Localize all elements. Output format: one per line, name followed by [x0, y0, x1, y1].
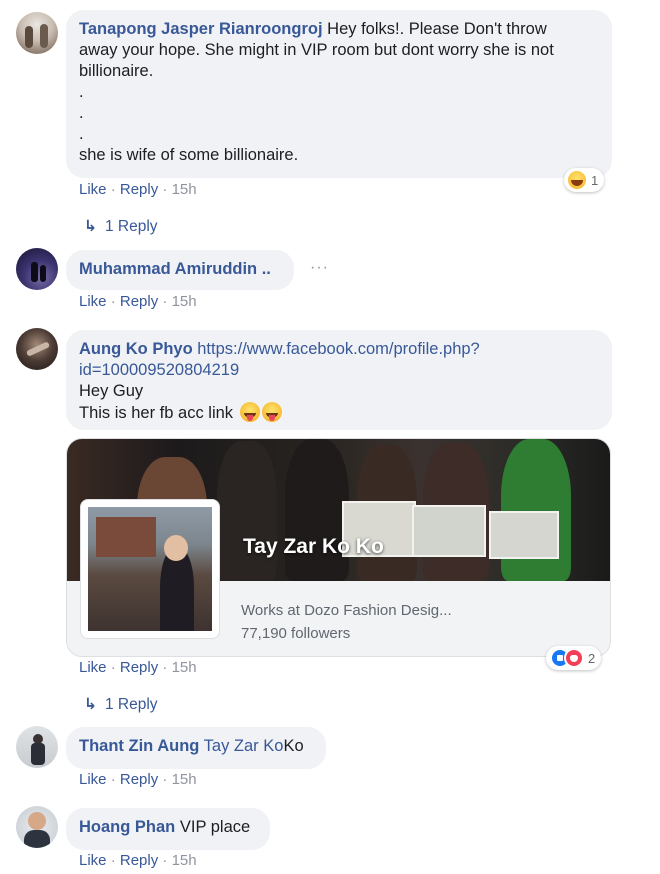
comment-author[interactable]: Tanapong Jasper Rianroongroj [79, 20, 323, 38]
timestamp[interactable]: 15h [172, 293, 197, 310]
separator: · [110, 659, 116, 676]
profile-link[interactable]: https://www.facebook.com/profile.php? [197, 340, 479, 358]
separator: · [110, 181, 116, 198]
timestamp[interactable]: 15h [172, 771, 197, 788]
link-preview-card[interactable]: Tay Zar Ko Ko Works at Dozo Fashion Desi… [66, 438, 611, 657]
separator: · [162, 293, 168, 310]
timestamp[interactable]: 15h [172, 659, 197, 676]
comment-text: Tanapong Jasper Rianroongroj Hey folks!.… [79, 19, 599, 166]
comment-actions: Like · Reply · 15h [79, 293, 197, 310]
comment-line: This is her fb acc link [79, 404, 234, 422]
preview-subtitle: Works at Dozo Fashion Desig... [241, 602, 452, 619]
view-replies-link[interactable]: ↳ 1 Reply [84, 695, 158, 714]
comment-bubble: Tanapong Jasper Rianroongroj Hey folks!.… [66, 10, 612, 178]
more-options-icon[interactable]: ··· [310, 259, 329, 277]
avatar[interactable] [16, 806, 58, 848]
separator: · [110, 771, 116, 788]
profile-thumbnail[interactable] [80, 499, 220, 639]
tongue-emoji-icon [261, 402, 282, 422]
reply-link[interactable]: Reply [120, 181, 158, 198]
love-reaction-icon [564, 648, 584, 668]
like-link[interactable]: Like [79, 852, 107, 869]
comment-line: . [79, 125, 84, 143]
comment-author[interactable]: Muhammad Amiruddin .. [79, 260, 271, 278]
preview-followers: 77,190 followers [241, 625, 351, 642]
replies-count: 1 Reply [105, 218, 158, 235]
reaction-summary[interactable]: 1 [564, 168, 605, 192]
reaction-count: 1 [591, 172, 599, 188]
separator: · [162, 771, 168, 788]
avatar[interactable] [16, 248, 58, 290]
comment-actions: Like · Reply · 15h [79, 181, 197, 198]
timestamp[interactable]: 15h [172, 181, 197, 198]
avatar[interactable] [16, 328, 58, 370]
separator: · [162, 181, 168, 198]
reply-arrow-icon: ↳ [84, 696, 97, 713]
tongue-emoji-icon [239, 402, 260, 422]
laughing-emoji-icon [568, 171, 586, 189]
view-replies-link[interactable]: ↳ 1 Reply [84, 217, 158, 236]
like-link[interactable]: Like [79, 293, 107, 310]
separator: · [110, 852, 116, 869]
comment-text: Ko [283, 737, 304, 755]
comment-actions: Like · Reply · 15h [79, 771, 197, 788]
reaction-summary[interactable]: 2 [546, 646, 602, 670]
separator: · [162, 852, 168, 869]
like-link[interactable]: Like [79, 659, 107, 676]
comment-line: billionaire. [79, 62, 154, 80]
profile-link-id[interactable]: id=100009520804219 [79, 361, 239, 379]
comment-line: she is wife of some billionaire. [79, 146, 299, 164]
comment-bubble: Hoang Phan VIP place [66, 808, 270, 850]
comment-actions: Like · Reply · 15h [79, 852, 197, 869]
comment-actions: Like · Reply · 15h [79, 659, 197, 676]
reply-arrow-icon: ↳ [84, 218, 97, 235]
preview-title[interactable]: Tay Zar Ko Ko [243, 535, 384, 559]
comment-bubble: Muhammad Amiruddin .. [66, 250, 294, 290]
timestamp[interactable]: 15h [172, 852, 197, 869]
comment-line: Hey folks!. Please Don't throw [327, 20, 547, 38]
comment-bubble: Thant Zin Aung Tay Zar KoKo [66, 727, 326, 769]
avatar[interactable] [16, 12, 58, 54]
reply-link[interactable]: Reply [120, 771, 158, 788]
reaction-count: 2 [588, 650, 596, 666]
comment-bubble: Aung Ko Phyo https://www.facebook.com/pr… [66, 330, 612, 430]
avatar[interactable] [16, 726, 58, 768]
comment-line: Hey Guy [79, 382, 144, 400]
replies-count: 1 Reply [105, 696, 158, 713]
separator: · [110, 293, 116, 310]
like-link[interactable]: Like [79, 181, 107, 198]
comment-text: VIP place [179, 818, 251, 836]
comment-author[interactable]: Hoang Phan [79, 818, 175, 836]
separator: · [162, 659, 168, 676]
tagged-user[interactable]: Tay Zar Ko [204, 737, 284, 755]
like-link[interactable]: Like [79, 771, 107, 788]
comment-author[interactable]: Aung Ko Phyo [79, 340, 193, 358]
comment-line: . [79, 104, 84, 122]
comment-author[interactable]: Thant Zin Aung [79, 737, 199, 755]
reply-link[interactable]: Reply [120, 852, 158, 869]
comment-line: away your hope. She might in VIP room bu… [79, 41, 554, 59]
reply-link[interactable]: Reply [120, 293, 158, 310]
reply-link[interactable]: Reply [120, 659, 158, 676]
comment-line: . [79, 83, 84, 101]
